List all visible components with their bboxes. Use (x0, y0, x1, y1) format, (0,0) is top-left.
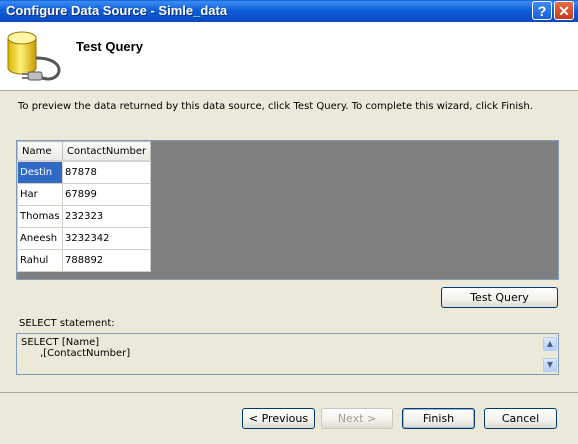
test-query-button[interactable]: Test Query (441, 287, 558, 308)
finish-button[interactable]: Finish (402, 408, 475, 429)
results-grid[interactable]: Name ContactNumber Destin 87878 Har 6789… (16, 140, 559, 280)
scroll-up-icon[interactable]: ▲ (543, 337, 557, 351)
table-row[interactable]: Destin 87878 (17, 160, 152, 184)
table-header-row: Name ContactNumber (17, 141, 152, 162)
column-header-contactnumber[interactable]: ContactNumber (61, 141, 152, 162)
table-cell[interactable]: 232323 (61, 205, 152, 228)
table-cell[interactable]: 3232342 (61, 227, 152, 250)
table-cell[interactable]: 67899 (61, 183, 152, 206)
table-cell[interactable]: 788892 (61, 249, 152, 272)
table-cell[interactable]: Destin (17, 160, 63, 184)
close-button[interactable]: ✕ (554, 1, 574, 20)
table-cell[interactable]: Har (17, 183, 63, 206)
page-title: Test Query (76, 39, 143, 54)
select-statement-line: SELECT [Name] (21, 337, 100, 348)
previous-button[interactable]: < Previous (242, 408, 315, 429)
column-header-name[interactable]: Name (17, 141, 63, 162)
results-table: Name ContactNumber Destin 87878 Har 6789… (17, 141, 152, 272)
select-statement-box[interactable]: SELECT [Name] ,[ContactNumber] ▲ ▼ (16, 333, 559, 375)
table-cell[interactable]: 87878 (61, 160, 152, 184)
select-statement-line: ,[ContactNumber] (21, 348, 131, 359)
configure-data-source-dialog: Configure Data Source - Simle_data ? ✕ T… (0, 0, 578, 444)
table-cell[interactable]: Rahul (17, 249, 63, 272)
instructions-text: To preview the data returned by this dat… (18, 101, 533, 112)
table-cell[interactable]: Thomas (17, 205, 63, 228)
database-plug-icon (6, 28, 66, 87)
help-button[interactable]: ? (532, 1, 552, 20)
scroll-down-icon[interactable]: ▼ (543, 358, 557, 372)
table-row[interactable]: Aneesh 3232342 (17, 227, 152, 250)
next-button[interactable]: Next > (321, 408, 393, 429)
table-row[interactable]: Rahul 788892 (17, 249, 152, 272)
table-cell[interactable]: Aneesh (17, 227, 63, 250)
cancel-button[interactable]: Cancel (484, 408, 557, 429)
table-row[interactable]: Har 67899 (17, 183, 152, 206)
select-statement-label: SELECT statement: (19, 318, 115, 329)
wizard-header: Test Query (0, 22, 578, 91)
footer-divider (0, 392, 578, 393)
title-bar[interactable]: Configure Data Source - Simle_data ? ✕ (0, 0, 578, 23)
table-row[interactable]: Thomas 232323 (17, 205, 152, 228)
window-title: Configure Data Source - Simle_data (6, 3, 228, 18)
